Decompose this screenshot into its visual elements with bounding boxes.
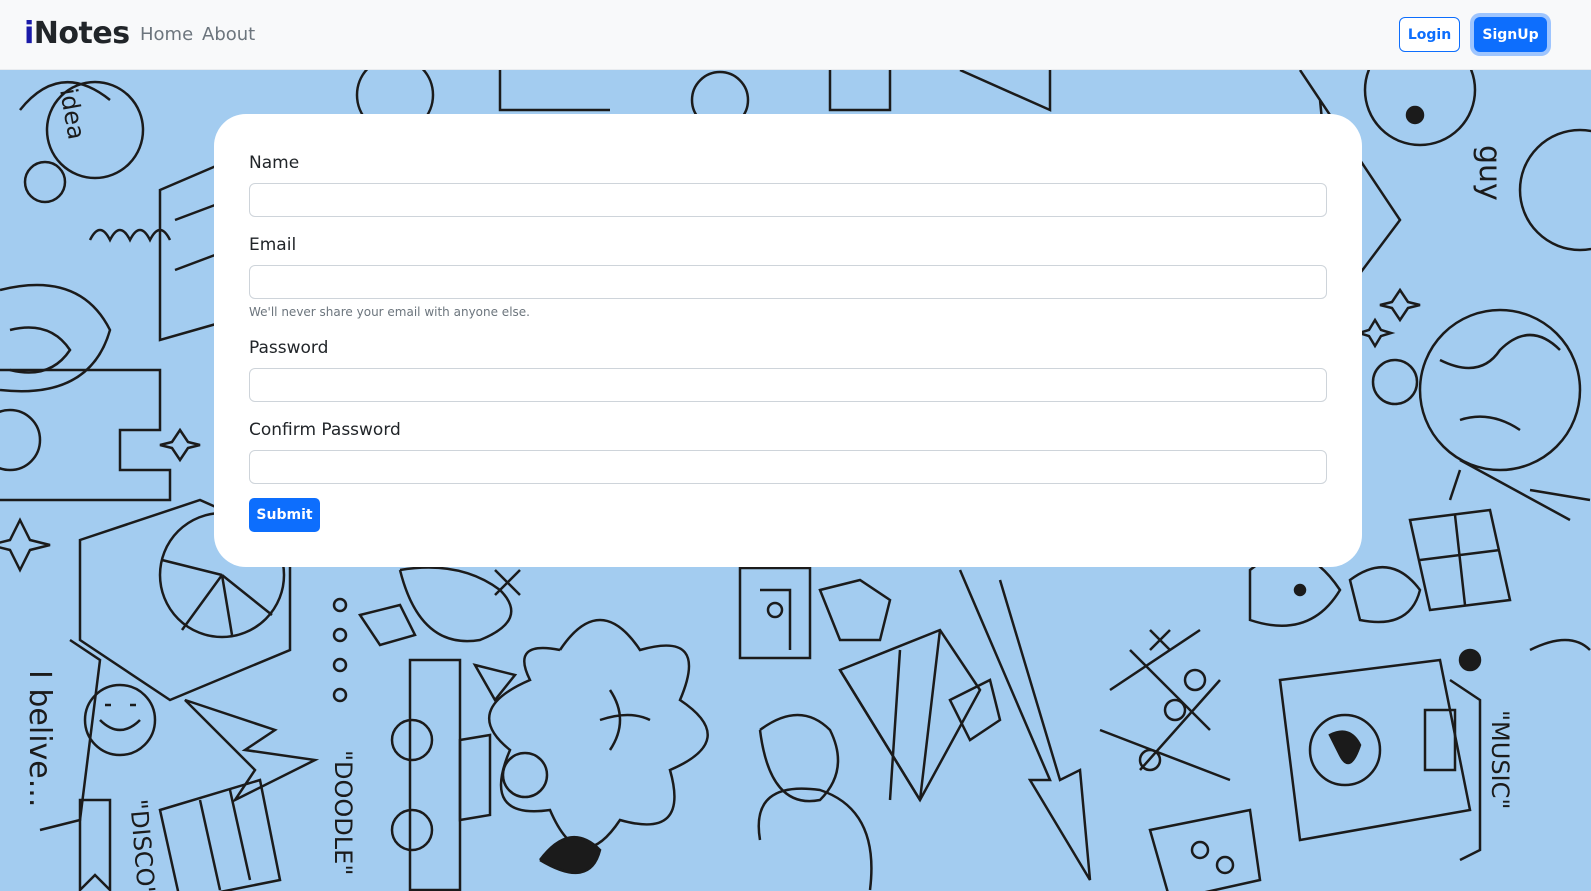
- navbar: iNotes Home About Login SignUp: [0, 0, 1591, 70]
- email-label: Email: [249, 235, 297, 255]
- name-label: Name: [249, 153, 300, 173]
- signup-form-card: Name Email We'll never share your email …: [214, 114, 1362, 567]
- svg-text:"DOODLE": "DOODLE": [329, 750, 357, 875]
- confirm-password-input[interactable]: [249, 450, 1327, 484]
- svg-text:I belive...: I belive...: [22, 670, 57, 807]
- email-help-text: We'll never share your email with anyone…: [249, 305, 530, 319]
- signup-button[interactable]: SignUp: [1474, 17, 1547, 52]
- brand-prefix: i: [24, 16, 34, 51]
- email-input[interactable]: [249, 265, 1327, 299]
- brand-name: Notes: [33, 16, 130, 51]
- password-label: Password: [249, 338, 329, 358]
- password-input[interactable]: [249, 368, 1327, 402]
- name-input[interactable]: [249, 183, 1327, 217]
- svg-text:guy: guy: [1472, 145, 1507, 201]
- submit-button[interactable]: Submit: [249, 498, 320, 532]
- nav-link-about[interactable]: About: [202, 24, 255, 45]
- confirm-password-label: Confirm Password: [249, 420, 401, 440]
- brand-logo[interactable]: iNotes: [24, 16, 130, 51]
- nav-link-home[interactable]: Home: [140, 24, 193, 45]
- login-button[interactable]: Login: [1399, 17, 1460, 52]
- svg-text:"MUSIC": "MUSIC": [1486, 710, 1514, 809]
